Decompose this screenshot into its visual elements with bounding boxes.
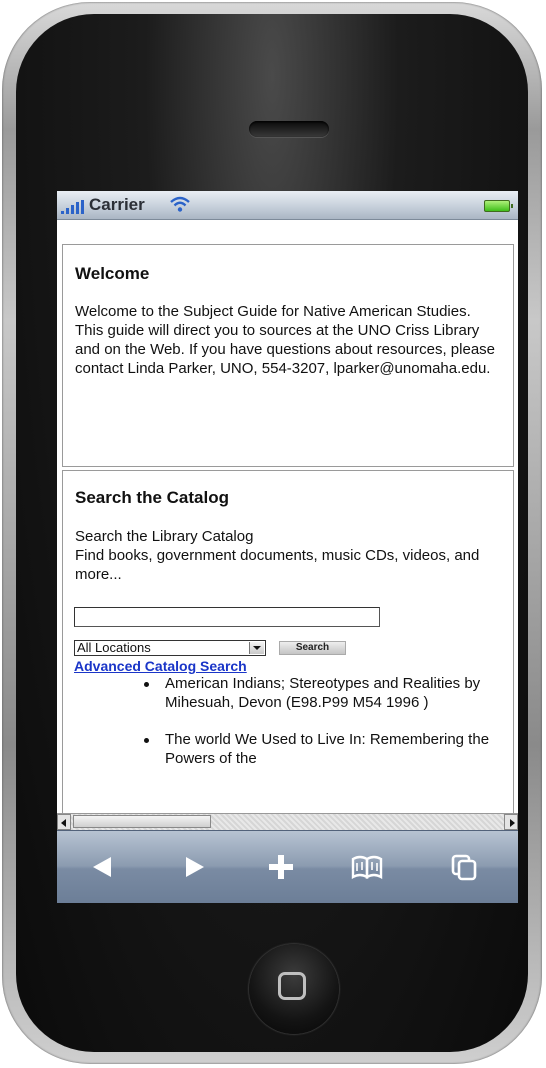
page-content[interactable]: Welcome Welcome to the Subject Guide for… [57,220,518,813]
carrier-label: Carrier [89,195,145,214]
plus-icon [269,855,293,879]
welcome-title: Welcome [75,264,150,283]
catalog-search-input[interactable] [74,607,380,627]
bookmarks-button[interactable] [347,849,387,885]
status-bar: Carrier [57,191,518,220]
location-select[interactable]: All Locations [74,640,266,656]
wifi-icon [170,196,190,212]
location-select-value: All Locations [77,640,151,655]
back-button[interactable] [81,849,121,885]
horizontal-scrollbar[interactable] [57,813,518,830]
welcome-text: Welcome to the Subject Guide for Native … [75,303,495,377]
search-subtitle: Search the Library Catalog [75,528,254,545]
pages-button[interactable] [444,849,484,885]
search-description: Find books, government documents, music … [75,547,480,583]
list-item[interactable]: The world We Used to Live In: Rememberin… [141,730,501,768]
advanced-search-link[interactable]: Advanced Catalog Search [74,658,247,674]
forward-button[interactable] [176,849,216,885]
welcome-panel: Welcome Welcome to the Subject Guide for… [62,244,514,467]
home-square-icon [278,972,306,1000]
forward-arrow-icon [186,857,204,877]
pages-icon [451,854,477,881]
scroll-right-arrow-icon[interactable] [504,814,518,830]
home-button[interactable] [249,944,339,1034]
search-title: Search the Catalog [75,488,229,507]
speaker-grille [249,121,329,137]
scroll-left-arrow-icon[interactable] [57,814,71,830]
scroll-thumb[interactable] [73,815,211,828]
search-button[interactable]: Search [279,641,346,655]
book-icon [351,855,383,880]
back-arrow-icon [93,857,111,877]
add-bookmark-button[interactable] [261,849,301,885]
list-item[interactable]: American Indians; Stereotypes and Realit… [141,674,501,712]
chevron-down-icon[interactable] [249,642,264,654]
browser-toolbar [57,830,518,903]
screen: Carrier Welcome Welcome to the Subject G… [57,191,518,903]
results-list: American Indians; Stereotypes and Realit… [141,674,501,786]
signal-bars-icon [61,200,84,214]
battery-icon [484,200,513,212]
